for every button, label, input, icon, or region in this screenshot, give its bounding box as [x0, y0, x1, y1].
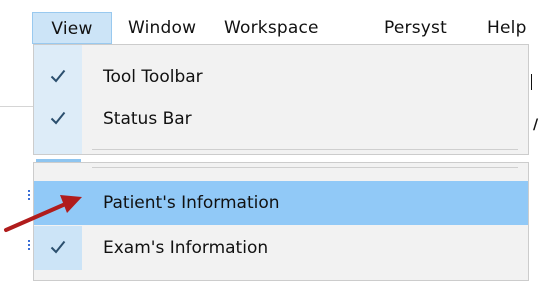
menu-view[interactable]: View — [32, 12, 112, 44]
menu-item-tool-toolbar[interactable]: Tool Toolbar — [34, 55, 528, 99]
view-menu-dropdown-top: Tool Toolbar Status Bar — [33, 44, 529, 155]
menu-window[interactable]: Window — [128, 12, 196, 44]
menu-item-status-bar[interactable]: Status Bar — [34, 97, 528, 141]
menu-persyst[interactable]: Persyst — [384, 12, 447, 44]
background-window-glyph: / — [533, 117, 539, 133]
menu-item-patients-information[interactable]: Patient's Information — [34, 181, 528, 225]
menu-item-label: Tool Toolbar — [103, 67, 203, 87]
menu-separator — [92, 167, 518, 168]
view-menu-dropdown-bottom: Patient's Information Exam's Information — [33, 162, 529, 281]
menu-item-label: Status Bar — [103, 109, 192, 129]
checkmark-icon — [34, 97, 82, 141]
screenshot-crop-gap — [33, 155, 529, 162]
red-arrow-icon — [4, 195, 82, 232]
menu-bar: View Window Workspace Persyst Help — [0, 0, 539, 44]
background-window-edge — [0, 106, 33, 107]
screenshot-stage: / View Window Workspace Persyst Help Too… — [0, 0, 539, 281]
checkmark-icon — [34, 55, 82, 99]
background-window-divider — [531, 74, 532, 90]
menu-separator — [92, 149, 518, 150]
menu-item-label: Patient's Information — [103, 193, 280, 213]
menu-help[interactable]: Help — [487, 12, 527, 44]
menu-item-label: Exam's Information — [103, 238, 269, 258]
menu-item-exams-information[interactable]: Exam's Information — [34, 226, 528, 270]
menu-workspace[interactable]: Workspace — [224, 12, 319, 44]
